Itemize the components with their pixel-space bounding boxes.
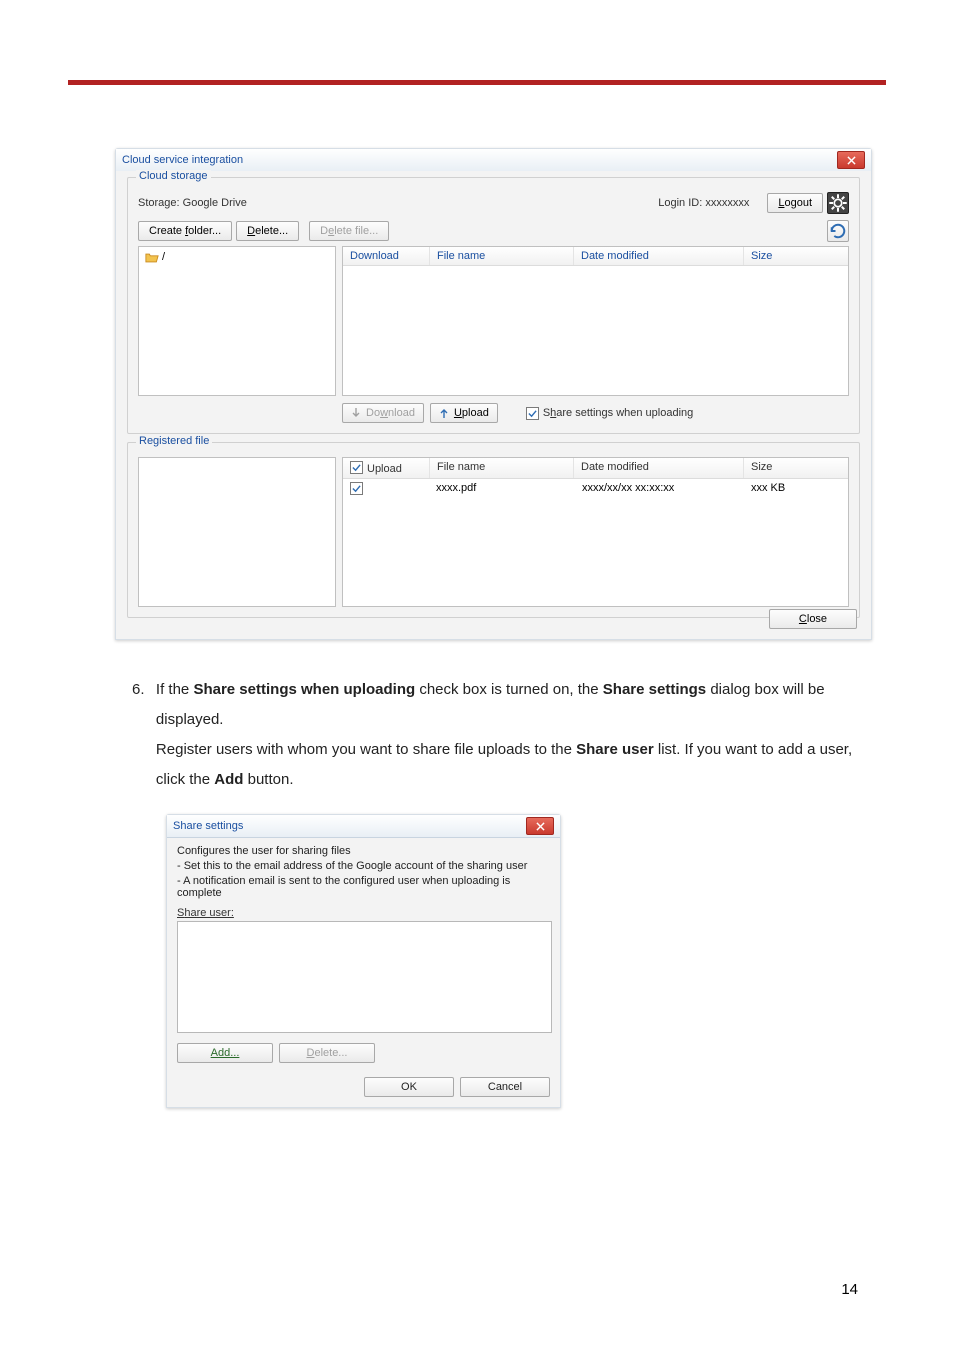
upload-button[interactable]: Upload	[430, 403, 498, 423]
share-settings-dialog: Share settings Configures the user for s…	[166, 814, 561, 1108]
group-label-cloud: Cloud storage	[136, 170, 211, 182]
window-title: Cloud service integration	[122, 154, 837, 166]
window-close-button[interactable]	[837, 151, 865, 169]
checkmark-icon	[352, 463, 361, 472]
close-icon	[847, 156, 856, 165]
delete-file-button[interactable]: Delete file...	[309, 221, 389, 241]
group-label-registered: Registered file	[136, 435, 212, 447]
header-divider	[68, 80, 886, 85]
storage-label: Storage: Google Drive	[138, 197, 658, 209]
ok-button[interactable]: OK	[364, 1077, 454, 1097]
add-button[interactable]: Add...	[177, 1043, 273, 1063]
folder-tree-root[interactable]: /	[145, 251, 329, 263]
cloud-storage-group: Cloud storage Storage: Google Drive Logi…	[127, 177, 860, 434]
share-delete-button[interactable]: Delete...	[279, 1043, 375, 1063]
share-user-list[interactable]	[177, 921, 552, 1033]
refresh-button[interactable]	[827, 220, 849, 242]
cell-date: xxxx/xx/xx xx:xx:xx	[575, 479, 744, 499]
checkmark-icon	[352, 484, 361, 493]
folder-root-label: /	[162, 251, 165, 263]
login-id-label: Login ID: xxxxxxxx	[658, 197, 749, 209]
registered-file-list[interactable]: Upload File name Date modified Size xxxx…	[342, 457, 849, 607]
col-download[interactable]: Download	[343, 247, 430, 265]
gear-icon	[828, 193, 848, 213]
registered-file-list-header: Upload File name Date modified Size	[343, 458, 848, 479]
create-folder-button[interactable]: Create folder...	[138, 221, 232, 241]
col-date-modified[interactable]: Date modified	[574, 458, 744, 478]
col-upload[interactable]: Upload	[343, 458, 430, 478]
share-user-label: Share user:	[177, 907, 550, 919]
share-heading: Configures the user for sharing files	[177, 845, 550, 857]
cloud-service-dialog: Cloud service integration Cloud storage …	[115, 148, 872, 640]
cancel-button[interactable]: Cancel	[460, 1077, 550, 1097]
share-line2: - A notification email is sent to the co…	[177, 875, 550, 899]
registered-folder-pane[interactable]	[138, 457, 336, 607]
refresh-icon	[828, 221, 848, 241]
share-settings-checkbox[interactable]: Share settings when uploading	[526, 407, 693, 420]
cell-file-name: xxxx.pdf	[429, 479, 575, 499]
step-number: 6.	[132, 675, 156, 795]
checkmark-icon	[528, 409, 537, 418]
arrow-down-icon	[351, 408, 361, 418]
table-row[interactable]: xxxx.pdf xxxx/xx/xx xx:xx:xx xxx KB	[343, 479, 848, 499]
logout-button[interactable]: Logout	[767, 193, 823, 213]
folder-open-icon	[145, 252, 159, 263]
cloud-file-list-header: Download File name Date modified Size	[343, 247, 848, 266]
folder-tree[interactable]: /	[138, 246, 336, 396]
settings-gear-button[interactable]	[827, 192, 849, 214]
cell-size: xxx KB	[744, 479, 848, 499]
page-number: 14	[841, 1281, 858, 1298]
close-button[interactable]: Close	[769, 609, 857, 629]
cloud-file-list[interactable]: Download File name Date modified Size	[342, 246, 849, 396]
col-file-name[interactable]: File name	[430, 247, 574, 265]
delete-button[interactable]: Delete...	[236, 221, 299, 241]
instruction-paragraph: 6. If the Share settings when uploading …	[132, 675, 872, 795]
col-date-modified[interactable]: Date modified	[574, 247, 744, 265]
share-window-title: Share settings	[173, 820, 526, 832]
arrow-up-icon	[439, 408, 449, 418]
share-title-bar: Share settings	[167, 815, 560, 838]
col-size[interactable]: Size	[744, 458, 848, 478]
title-bar: Cloud service integration	[116, 149, 871, 172]
col-size[interactable]: Size	[744, 247, 848, 265]
download-button[interactable]: Download	[342, 403, 424, 423]
share-close-button[interactable]	[526, 817, 554, 835]
col-file-name[interactable]: File name	[430, 458, 574, 478]
share-line1: - Set this to the email address of the G…	[177, 860, 550, 872]
registered-file-group: Registered file Upload File name Date mo…	[127, 442, 860, 618]
close-icon	[536, 822, 545, 831]
